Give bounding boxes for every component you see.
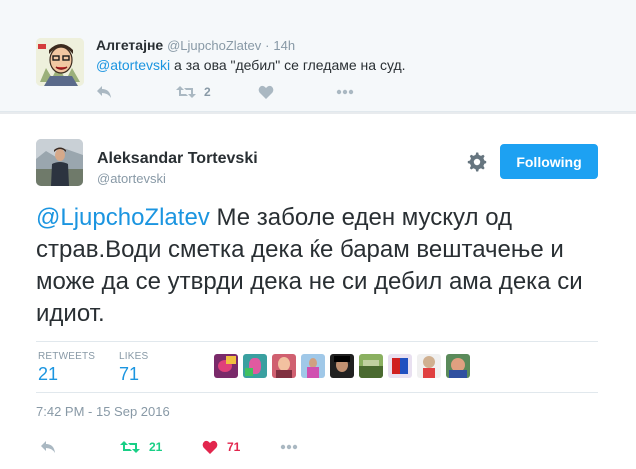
retweets-label: RETWEETS <box>38 351 96 362</box>
parent-mention-link[interactable]: @atortevski <box>96 57 170 73</box>
mention-link[interactable]: @LjupchoZlatev <box>36 204 210 231</box>
tweet-text: @LjupchoZlatev Ме заболе еден мускул од … <box>36 202 626 330</box>
parent-tweet-text: @atortevski а за ова "дебил" се гледаме … <box>96 57 406 73</box>
author-avatar[interactable] <box>36 139 83 186</box>
reply-icon <box>97 86 111 98</box>
liker-avatar[interactable] <box>446 354 470 378</box>
parent-retweet-count: 2 <box>204 85 211 99</box>
parent-header: Алгетајне @LjupchoZlatev · 14h <box>96 37 295 53</box>
reply-icon <box>41 441 55 453</box>
retweet-button[interactable]: 2 <box>176 82 211 102</box>
tweet-timestamp[interactable]: 7:42 PM - 15 Sep 2016 <box>36 404 170 419</box>
following-button[interactable]: Following <box>500 144 598 179</box>
retweet-count: 21 <box>149 440 163 454</box>
reply-button[interactable] <box>40 437 56 457</box>
more-button[interactable] <box>336 82 354 102</box>
more-button[interactable] <box>280 437 298 457</box>
retweet-button[interactable]: 21 <box>120 437 162 457</box>
more-icon <box>280 444 298 450</box>
main-tweet: Aleksandar Tortevski @atortevski Followi… <box>0 114 636 469</box>
tweet-actions: 21 71 <box>36 437 596 457</box>
retweets-value: 21 <box>38 364 59 384</box>
likes-stat[interactable]: LIKES 71 <box>119 351 148 385</box>
parent-screen-name[interactable]: @LjupchoZlatev <box>167 38 261 53</box>
liker-avatar[interactable] <box>388 354 412 378</box>
parent-text-body: а за ова "дебил" се гледаме на суд. <box>170 57 406 73</box>
liker-avatar[interactable] <box>272 354 296 378</box>
liker-avatars <box>214 354 475 378</box>
parent-time[interactable]: 14h <box>273 38 295 53</box>
like-count: 71 <box>227 440 241 454</box>
liker-avatar[interactable] <box>359 354 383 378</box>
likes-label: LIKES <box>119 351 149 362</box>
more-icon <box>336 89 354 95</box>
retweets-stat[interactable]: RETWEETS 21 <box>38 351 95 385</box>
liker-avatar[interactable] <box>330 354 354 378</box>
liker-avatar[interactable] <box>417 354 441 378</box>
heart-icon <box>258 85 274 99</box>
retweet-icon <box>120 441 140 453</box>
parent-tweet[interactable]: Алгетајне @LjupchoZlatev · 14h @atortevs… <box>0 0 636 112</box>
like-button[interactable] <box>258 82 274 102</box>
separator-dot: · <box>265 38 270 53</box>
liker-avatar[interactable] <box>243 354 267 378</box>
liker-avatar[interactable] <box>214 354 238 378</box>
author-screen-name[interactable]: @atortevski <box>97 171 166 186</box>
tweet-stats: RETWEETS 21 LIKES 71 <box>36 341 598 393</box>
gear-icon <box>467 152 487 172</box>
parent-avatar[interactable] <box>36 38 84 86</box>
reply-button[interactable] <box>96 82 112 102</box>
heart-icon <box>202 440 218 454</box>
retweet-icon <box>176 86 196 98</box>
parent-author-name[interactable]: Алгетајне <box>96 37 163 53</box>
user-actions-gear[interactable] <box>467 152 487 172</box>
like-button[interactable]: 71 <box>202 437 240 457</box>
liker-avatar[interactable] <box>301 354 325 378</box>
author-name[interactable]: Aleksandar Tortevski <box>97 150 258 168</box>
likes-value: 71 <box>119 364 140 384</box>
